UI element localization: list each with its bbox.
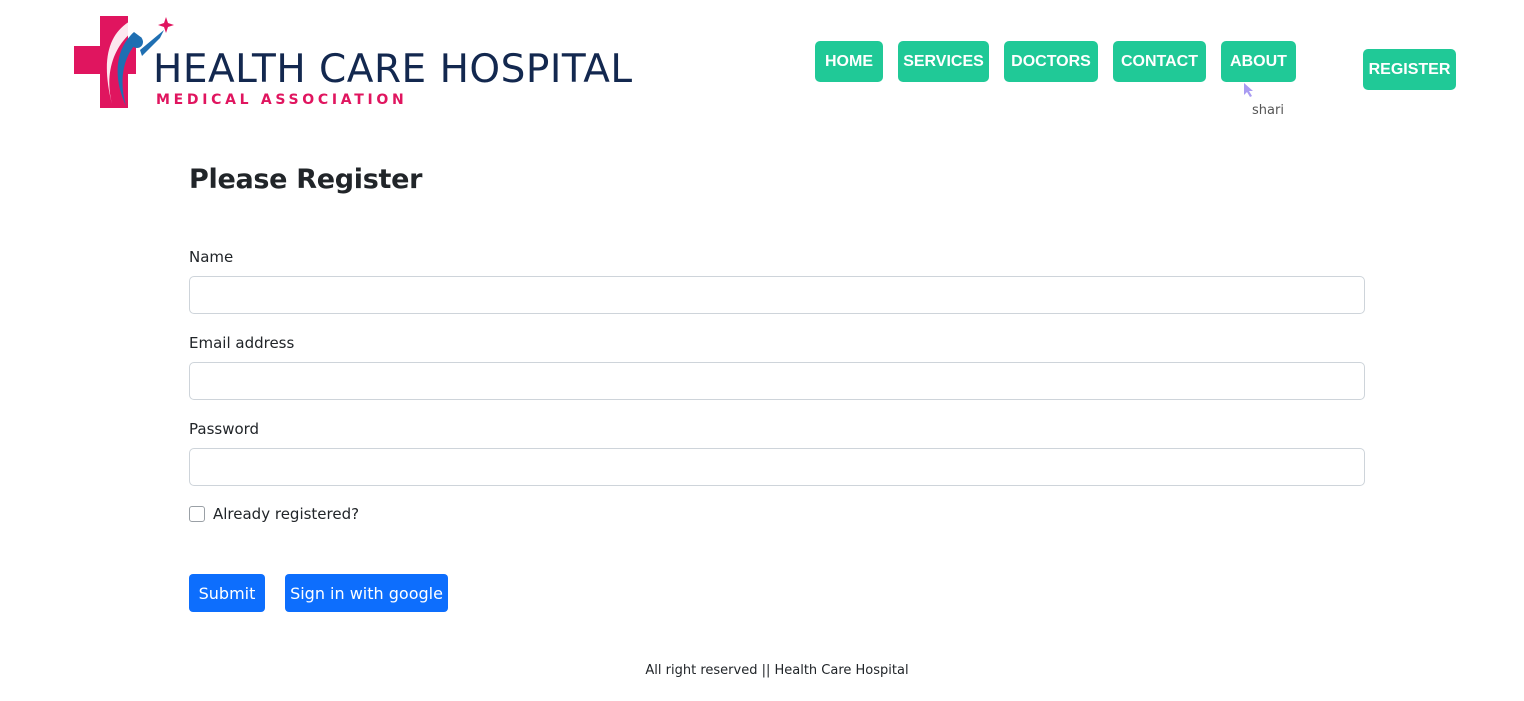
page-title: Please Register — [189, 164, 423, 195]
google-sign-in-button[interactable]: Sign in with google — [285, 574, 448, 612]
logo-title: HEALTH CARE HOSPITAL — [153, 47, 633, 92]
password-label: Password — [189, 420, 260, 438]
email-label: Email address — [189, 334, 295, 352]
already-registered-row: Already registered? — [189, 505, 359, 523]
password-input[interactable] — [189, 448, 1365, 486]
nav-register-button[interactable]: REGISTER — [1363, 49, 1456, 90]
already-registered-checkbox[interactable] — [189, 506, 205, 522]
footer-text: All right reserved || Health Care Hospit… — [645, 663, 909, 678]
name-input[interactable] — [189, 276, 1365, 314]
submit-button[interactable]: Submit — [189, 574, 265, 612]
email-input[interactable] — [189, 362, 1365, 400]
nav-doctors-button[interactable]: DOCTORS — [1004, 41, 1098, 82]
nav-home-button[interactable]: HOME — [815, 41, 883, 82]
nav-about-button[interactable]: ABOUT — [1221, 41, 1296, 82]
nav-contact-button[interactable]: CONTACT — [1113, 41, 1206, 82]
cursor-pointer-icon — [1244, 83, 1253, 97]
cursor-user-label: shari — [1252, 103, 1284, 118]
logo-subtitle: MEDICAL ASSOCIATION — [156, 92, 408, 108]
name-label: Name — [189, 248, 234, 266]
already-registered-label[interactable]: Already registered? — [213, 505, 359, 523]
nav-services-button[interactable]: SERVICES — [898, 41, 989, 82]
hospital-logo[interactable]: HEALTH CARE HOSPITAL MEDICAL ASSOCIATION — [70, 12, 670, 112]
